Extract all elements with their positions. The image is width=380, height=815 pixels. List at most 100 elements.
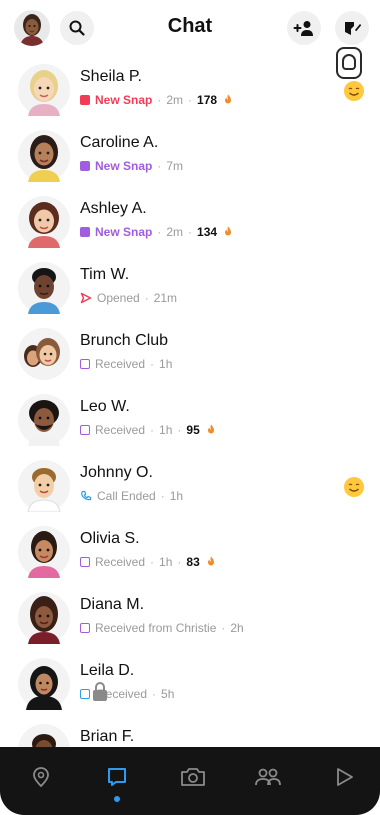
status-time: 2m — [166, 225, 184, 239]
friend-avatar-icon — [18, 262, 70, 314]
chat-status: Received · 1h · 83 — [80, 555, 217, 569]
map-tab[interactable] — [27, 763, 55, 791]
status-label: Received — [95, 555, 146, 569]
friends-tab[interactable] — [254, 763, 282, 791]
new-chat-button[interactable] — [335, 11, 369, 45]
status-time: 1h — [169, 489, 184, 503]
status-label: New Snap — [95, 225, 153, 239]
status-label: Received — [95, 423, 146, 437]
smiley-emoji-icon — [344, 477, 364, 497]
friends-icon — [255, 768, 281, 786]
camera-tab[interactable] — [179, 763, 207, 791]
chat-status: New Snap · 7m — [80, 159, 183, 173]
status-label: New Snap — [95, 93, 153, 107]
separator-dot: · — [152, 687, 157, 701]
opened-arrow-icon — [80, 292, 92, 304]
chat-status: Received · 1h · 95 — [80, 423, 217, 437]
received-icon — [80, 425, 90, 435]
bottom-nav — [0, 747, 380, 815]
chat-name: Brian F. — [80, 728, 135, 745]
friend-avatar-icon — [18, 658, 70, 710]
active-indicator — [114, 796, 120, 802]
streak-count: 178 — [197, 93, 218, 107]
chat-name: Olivia S. — [80, 530, 140, 547]
chat-row[interactable]: Diana M. Received from Christie · 2h — [0, 586, 380, 652]
chat-name: Leo W. — [80, 398, 130, 415]
phone-icon — [81, 490, 92, 501]
received-icon — [80, 557, 90, 567]
chat-row[interactable]: Johnny O. Call Ended · 1h — [0, 454, 380, 520]
received-icon — [80, 359, 90, 369]
separator-dot: · — [144, 291, 149, 305]
streak-count: 95 — [186, 423, 200, 437]
chat-name: Caroline A. — [80, 134, 159, 151]
status-time: 21m — [153, 291, 178, 305]
friend-avatar-icon — [18, 460, 70, 512]
status-time: 2m — [166, 93, 184, 107]
separator-dot: · — [157, 93, 162, 107]
chat-row[interactable]: Tim W. Opened · 21m — [0, 256, 380, 322]
chat-row[interactable]: Leila D. Received · 5h — [0, 652, 380, 718]
chat-status: Received · 1h — [80, 357, 172, 371]
status-time: 7m — [166, 159, 184, 173]
status-time: 1h — [159, 357, 173, 371]
friend-avatar-icon — [18, 724, 70, 748]
status-time: 5h — [161, 687, 175, 701]
separator-dot: · — [177, 555, 182, 569]
received-icon — [80, 623, 90, 633]
separator-dot: · — [150, 357, 155, 371]
friend-avatar-icon — [18, 130, 70, 182]
new-snap-icon — [80, 95, 90, 105]
map-icon — [33, 767, 49, 788]
separator-dot: · — [188, 93, 193, 107]
page-title: Chat — [167, 15, 213, 37]
new-snap-icon — [80, 161, 90, 171]
friend-avatar-icon — [18, 64, 70, 116]
chat-name: Tim W. — [80, 266, 130, 283]
chat-status: Call Ended · 1h — [80, 489, 183, 503]
new-chat-icon — [345, 22, 361, 35]
smiley-emoji-icon — [344, 81, 364, 101]
status-label: Received — [95, 357, 146, 371]
status-lock-wrap: Received — [93, 682, 147, 701]
chat-row[interactable]: Sheila P. New Snap · 2m · 178 — [0, 58, 380, 124]
chat-name: Diana M. — [80, 596, 145, 613]
chat-row[interactable]: Caroline A. New Snap · 7m — [0, 124, 380, 190]
chat-row[interactable]: Ashley A. New Snap · 2m · 134 — [0, 190, 380, 256]
header: Chat — [0, 0, 380, 58]
chat-name: Ashley A. — [80, 200, 147, 217]
chat-name: Johnny O. — [80, 464, 153, 481]
status-time: 1h — [159, 423, 173, 437]
stories-icon — [337, 768, 353, 786]
chat-status: Opened · 21m — [80, 291, 177, 305]
status-label: Received from Christie — [95, 621, 217, 635]
chat-status: Received from Christie · 2h — [80, 621, 244, 635]
chat-list: Sheila P. New Snap · 2m · 178 Caroline A… — [0, 58, 380, 748]
chat-status: New Snap · 2m · 134 — [80, 225, 234, 239]
stories-tab[interactable] — [330, 763, 358, 791]
fire-icon — [225, 226, 232, 236]
chat-status: New Snap · 2m · 178 — [80, 93, 234, 107]
chat-row[interactable]: Olivia S. Received · 1h · 83 — [0, 520, 380, 586]
chat-tab[interactable] — [103, 763, 131, 791]
lock-icon — [93, 682, 107, 701]
chat-row[interactable]: Leo W. Received · 1h · 95 — [0, 388, 380, 454]
friend-avatar-icon — [18, 592, 70, 644]
separator-dot: · — [177, 423, 182, 437]
friend-avatar-icon — [18, 526, 70, 578]
new-snap-icon — [80, 227, 90, 237]
friend-avatar-icon — [18, 196, 70, 248]
separator-dot: · — [157, 225, 162, 239]
chat-icon — [108, 768, 126, 786]
story-sticker-icon[interactable] — [336, 47, 362, 79]
camera-icon — [181, 768, 205, 786]
friend-avatar-icon — [18, 394, 70, 446]
add-friend-button[interactable] — [287, 11, 321, 45]
chat-row[interactable]: Brunch Club Received · 1h — [0, 322, 380, 388]
streak-count: 83 — [186, 555, 200, 569]
separator-dot: · — [160, 489, 165, 503]
chat-name: Sheila P. — [80, 68, 142, 85]
chat-row[interactable]: Brian F. — [0, 718, 380, 748]
add-friend-icon — [293, 21, 313, 36]
separator-dot: · — [188, 225, 193, 239]
